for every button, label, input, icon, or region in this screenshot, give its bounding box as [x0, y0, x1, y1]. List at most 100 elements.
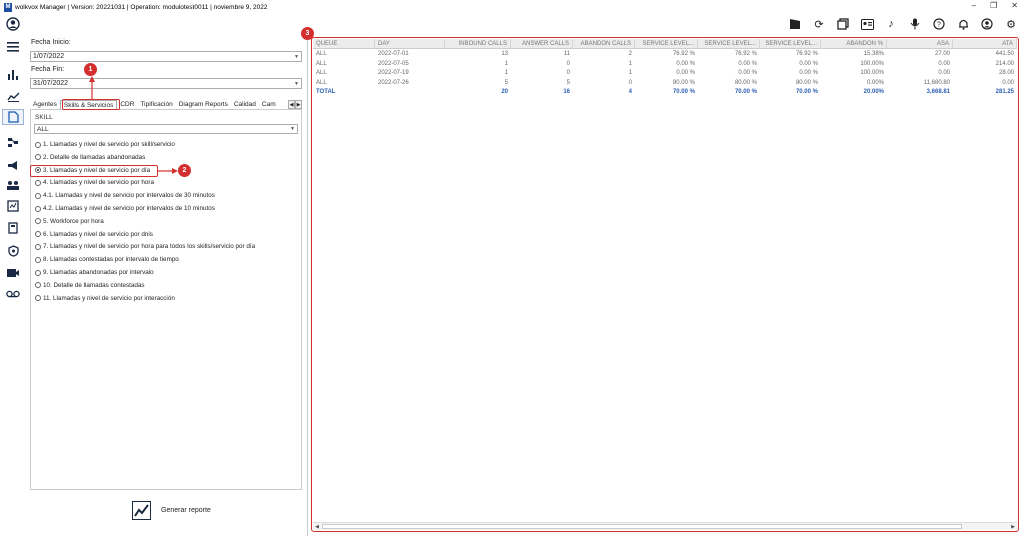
shield-icon[interactable] — [5, 243, 21, 259]
report-option-7[interactable]: 5. Workforce por hora — [35, 217, 104, 226]
results-grid: QUEUE DAY INBOUND CALLS ANSWER CALLS ABANDON… — [311, 37, 1019, 532]
panel-divider[interactable] — [307, 34, 308, 536]
tab-cdr[interactable]: CDR — [117, 100, 137, 109]
column-header[interactable]: DAY — [375, 39, 445, 49]
radio-button[interactable] — [35, 231, 41, 238]
radio-button[interactable] — [35, 269, 41, 276]
close-button[interactable]: ✕ — [1011, 1, 1018, 10]
report-option-3[interactable]: 3. Llamadas y nivel de servicio por día — [35, 166, 150, 175]
column-header[interactable]: ANSWER CALLS — [511, 39, 573, 49]
calculator-icon[interactable] — [5, 220, 21, 236]
radio-button[interactable] — [35, 192, 41, 199]
chevron-down-icon: ▼ — [294, 81, 299, 87]
bar-chart-icon[interactable] — [5, 66, 21, 82]
report-option-label: 9. Llamadas abandonadas por intervalo — [43, 269, 154, 276]
annotation-badge-2: 2 — [178, 164, 191, 177]
menu-icon[interactable] — [5, 39, 21, 55]
report-option-13[interactable]: 11. Llamadas y nivel de servicio por int… — [35, 294, 175, 303]
report-option-5[interactable]: 4.1. Llamadas y nivel de servicio por in… — [35, 191, 215, 200]
table-row[interactable]: ALL 2022-07-01 13 11 2 76.92 % 76.92 % 76.92 % 1… — [313, 50, 1017, 58]
column-header[interactable]: SERVICE LEVEL... — [698, 39, 760, 49]
column-header[interactable]: SERVICE LEVEL... — [760, 39, 821, 49]
voicemail-icon[interactable] — [5, 286, 21, 302]
settings-icon[interactable]: ⚙ — [1004, 17, 1018, 31]
table-cell: ALL — [316, 60, 327, 67]
table-cell: 27.00 — [934, 51, 950, 57]
org-chart-icon[interactable] — [5, 134, 21, 150]
clapperboard-icon[interactable] — [788, 17, 802, 31]
report-option-9[interactable]: 7. Llamadas y nivel de servicio por hora… — [35, 242, 255, 251]
skill-select[interactable]: ALL ▼ — [34, 124, 298, 134]
bell-icon[interactable] — [956, 17, 970, 31]
users-group-icon[interactable] — [5, 177, 21, 193]
total-row[interactable]: TOTAL 20 16 4 70.00 % 70.00 % 70.00 % 20.00% 3,6… — [313, 88, 1017, 96]
tab-diagram-reports[interactable]: Diagram Reports — [176, 100, 231, 109]
gallery-icon[interactable] — [836, 17, 850, 31]
column-header[interactable]: SERVICE LEVEL... — [635, 39, 698, 49]
window-title: wolkvox Manager | Version: 20221031 | Op… — [15, 3, 268, 11]
scroll-left-icon[interactable]: ◀ — [313, 523, 321, 530]
report-option-1[interactable]: 1. Llamadas y nivel de servicio por skil… — [35, 140, 175, 149]
end-date-input[interactable]: 31/07/2022 ▼ — [30, 78, 302, 89]
radio-button[interactable] — [35, 179, 41, 186]
column-header[interactable]: ATA — [953, 39, 1017, 49]
id-card-icon[interactable] — [860, 17, 874, 31]
tab-scroll-right-icon[interactable]: ▶ — [295, 100, 302, 109]
tab-agentes[interactable]: Agentes — [30, 100, 60, 109]
megaphone-icon[interactable] — [5, 157, 21, 173]
radio-button[interactable] — [35, 141, 41, 148]
report-option-11[interactable]: 9. Llamadas abandonadas por intervalo — [35, 268, 154, 277]
radio-button[interactable] — [35, 154, 41, 161]
music-note-icon[interactable]: ♪ — [884, 17, 898, 31]
start-date-input[interactable]: 1/07/2022 ▼ — [30, 51, 302, 62]
column-header[interactable]: INBOUND CALLS — [445, 39, 511, 49]
radio-button[interactable] — [35, 218, 41, 225]
table-cell: 0.00 — [1002, 79, 1014, 86]
table-cell: 5 — [504, 79, 508, 86]
microphone-icon[interactable] — [908, 17, 922, 31]
tab-campanas[interactable]: Cam — [259, 100, 279, 109]
column-header[interactable]: ASA — [887, 39, 953, 49]
table-row[interactable]: ALL 2022-07-26 5 5 0 80.00 % 80.00 % 80.00 % 0.0… — [313, 79, 1017, 87]
report-option-12[interactable]: 10. Detalle de llamadas contestadas — [35, 281, 145, 290]
radio-button[interactable] — [35, 243, 41, 250]
avatar-icon[interactable] — [5, 16, 21, 32]
scroll-right-icon[interactable]: ▶ — [1009, 523, 1017, 530]
column-header[interactable]: QUEUE — [313, 39, 375, 49]
trend-icon[interactable] — [5, 88, 21, 104]
report-option-8[interactable]: 6. Llamadas y nivel de servicio por dnis — [35, 230, 153, 239]
report-option-label: 11. Llamadas y nivel de servicio por int… — [43, 294, 175, 302]
restore-button[interactable]: ❐ — [990, 1, 997, 10]
annotation-arrow-right — [158, 168, 178, 174]
refresh-icon[interactable]: ⟳ — [812, 17, 826, 31]
tab-tipificacion[interactable]: Tipificación — [137, 100, 175, 109]
report-option-label: 7. Llamadas y nivel de servicio por hora… — [43, 243, 256, 251]
report-option-6[interactable]: 4.2. Llamadas y nivel de servicio por in… — [35, 204, 215, 213]
reports-icon[interactable] — [2, 109, 24, 125]
help-icon[interactable]: ? — [932, 17, 946, 31]
horizontal-scrollbar[interactable]: ◀ ▶ — [313, 522, 1017, 530]
table-row[interactable]: ALL 2022-07-19 1 0 1 0.00 % 0.00 % 0.00 % 100.00… — [313, 69, 1017, 77]
radio-button[interactable] — [35, 167, 41, 174]
radio-button[interactable] — [35, 205, 41, 212]
report-option-10[interactable]: 8. Llamadas contestadas por intervalo de… — [35, 255, 179, 264]
table-cell: 80.00 % — [734, 79, 757, 86]
video-add-icon[interactable] — [5, 265, 21, 281]
report-option-2[interactable]: 2. Detalle de llamadas abandonadas — [35, 153, 145, 162]
table-cell: 1 — [628, 60, 632, 67]
tab-calidad[interactable]: Calidad — [231, 100, 259, 109]
tab-scroll-left-icon[interactable]: ◀ — [288, 100, 295, 109]
column-header[interactable]: ABANDON CALLS — [573, 39, 635, 49]
radio-button[interactable] — [35, 295, 41, 302]
generate-report-button[interactable]: Generar reporte — [132, 501, 211, 520]
column-header[interactable]: ABANDON % — [821, 39, 887, 49]
dashboard-icon[interactable] — [5, 198, 21, 214]
user-icon[interactable] — [980, 17, 994, 31]
radio-button[interactable] — [35, 282, 41, 289]
minimize-button[interactable]: – — [972, 1, 976, 10]
scrollbar-thumb[interactable] — [322, 524, 962, 529]
radio-button[interactable] — [35, 256, 41, 263]
table-row[interactable]: ALL 2022-07-05 1 0 1 0.00 % 0.00 % 0.00 % 100.00… — [313, 60, 1017, 68]
tab-skills-servicios[interactable]: Skills & Servicios — [59, 100, 118, 109]
report-option-4[interactable]: 4. Llamadas y nivel de servicio por hora — [35, 178, 154, 187]
